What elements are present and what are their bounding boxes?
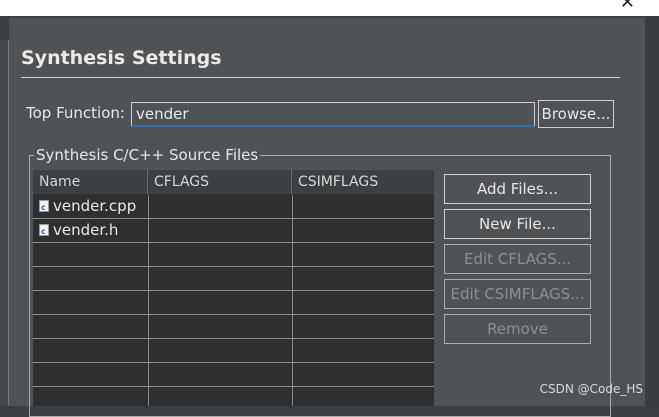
title-bar: ✕	[0, 0, 659, 16]
csimflags-cell	[293, 219, 434, 242]
top-function-input[interactable]	[131, 102, 535, 127]
table-row[interactable]: vender.h	[33, 219, 434, 243]
column-header-cflags[interactable]: CFLAGS	[148, 170, 292, 194]
close-icon[interactable]: ✕	[620, 0, 635, 12]
empty-row	[33, 339, 434, 363]
empty-row	[33, 363, 434, 387]
right-panel-edge	[645, 18, 659, 406]
empty-row	[33, 291, 434, 315]
add-files-button[interactable]: Add Files...	[444, 174, 591, 204]
csimflags-cell	[293, 195, 434, 218]
section-title: Synthesis Settings	[21, 47, 222, 69]
file-name: vender.cpp	[53, 197, 137, 215]
browse-button[interactable]: Browse...	[538, 100, 614, 128]
column-header-csimflags[interactable]: CSIMFLAGS	[292, 170, 434, 194]
empty-row	[33, 267, 434, 291]
empty-row	[33, 243, 434, 267]
remove-button[interactable]: Remove	[444, 314, 591, 344]
edit-csimflags-button[interactable]: Edit CSIMFLAGS...	[444, 279, 591, 309]
source-file-icon	[39, 196, 49, 219]
file-name-cell: vender.h	[33, 219, 149, 243]
file-name: vender.h	[53, 221, 119, 239]
column-header-name[interactable]: Name	[33, 170, 148, 194]
cflags-cell	[149, 219, 293, 242]
edit-cflags-button[interactable]: Edit CFLAGS...	[444, 244, 591, 274]
table-header: Name CFLAGS CSIMFLAGS	[33, 170, 434, 194]
cflags-cell	[149, 195, 293, 218]
source-files-group-label: Synthesis C/C++ Source Files	[34, 146, 261, 164]
watermark-text: CSDN @Code_HS	[539, 382, 643, 396]
table-row[interactable]: vender.cpp	[33, 195, 434, 219]
file-name-cell: vender.cpp	[33, 195, 149, 219]
top-function-label: Top Function:	[26, 104, 125, 122]
empty-row	[33, 387, 434, 406]
empty-row	[33, 315, 434, 339]
section-divider	[21, 77, 620, 78]
left-panel-edge	[0, 40, 9, 406]
source-files-table[interactable]: Name CFLAGS CSIMFLAGS vender.cpp vender.…	[33, 170, 434, 406]
new-file-button[interactable]: New File...	[444, 209, 591, 239]
header-file-icon	[39, 220, 49, 243]
